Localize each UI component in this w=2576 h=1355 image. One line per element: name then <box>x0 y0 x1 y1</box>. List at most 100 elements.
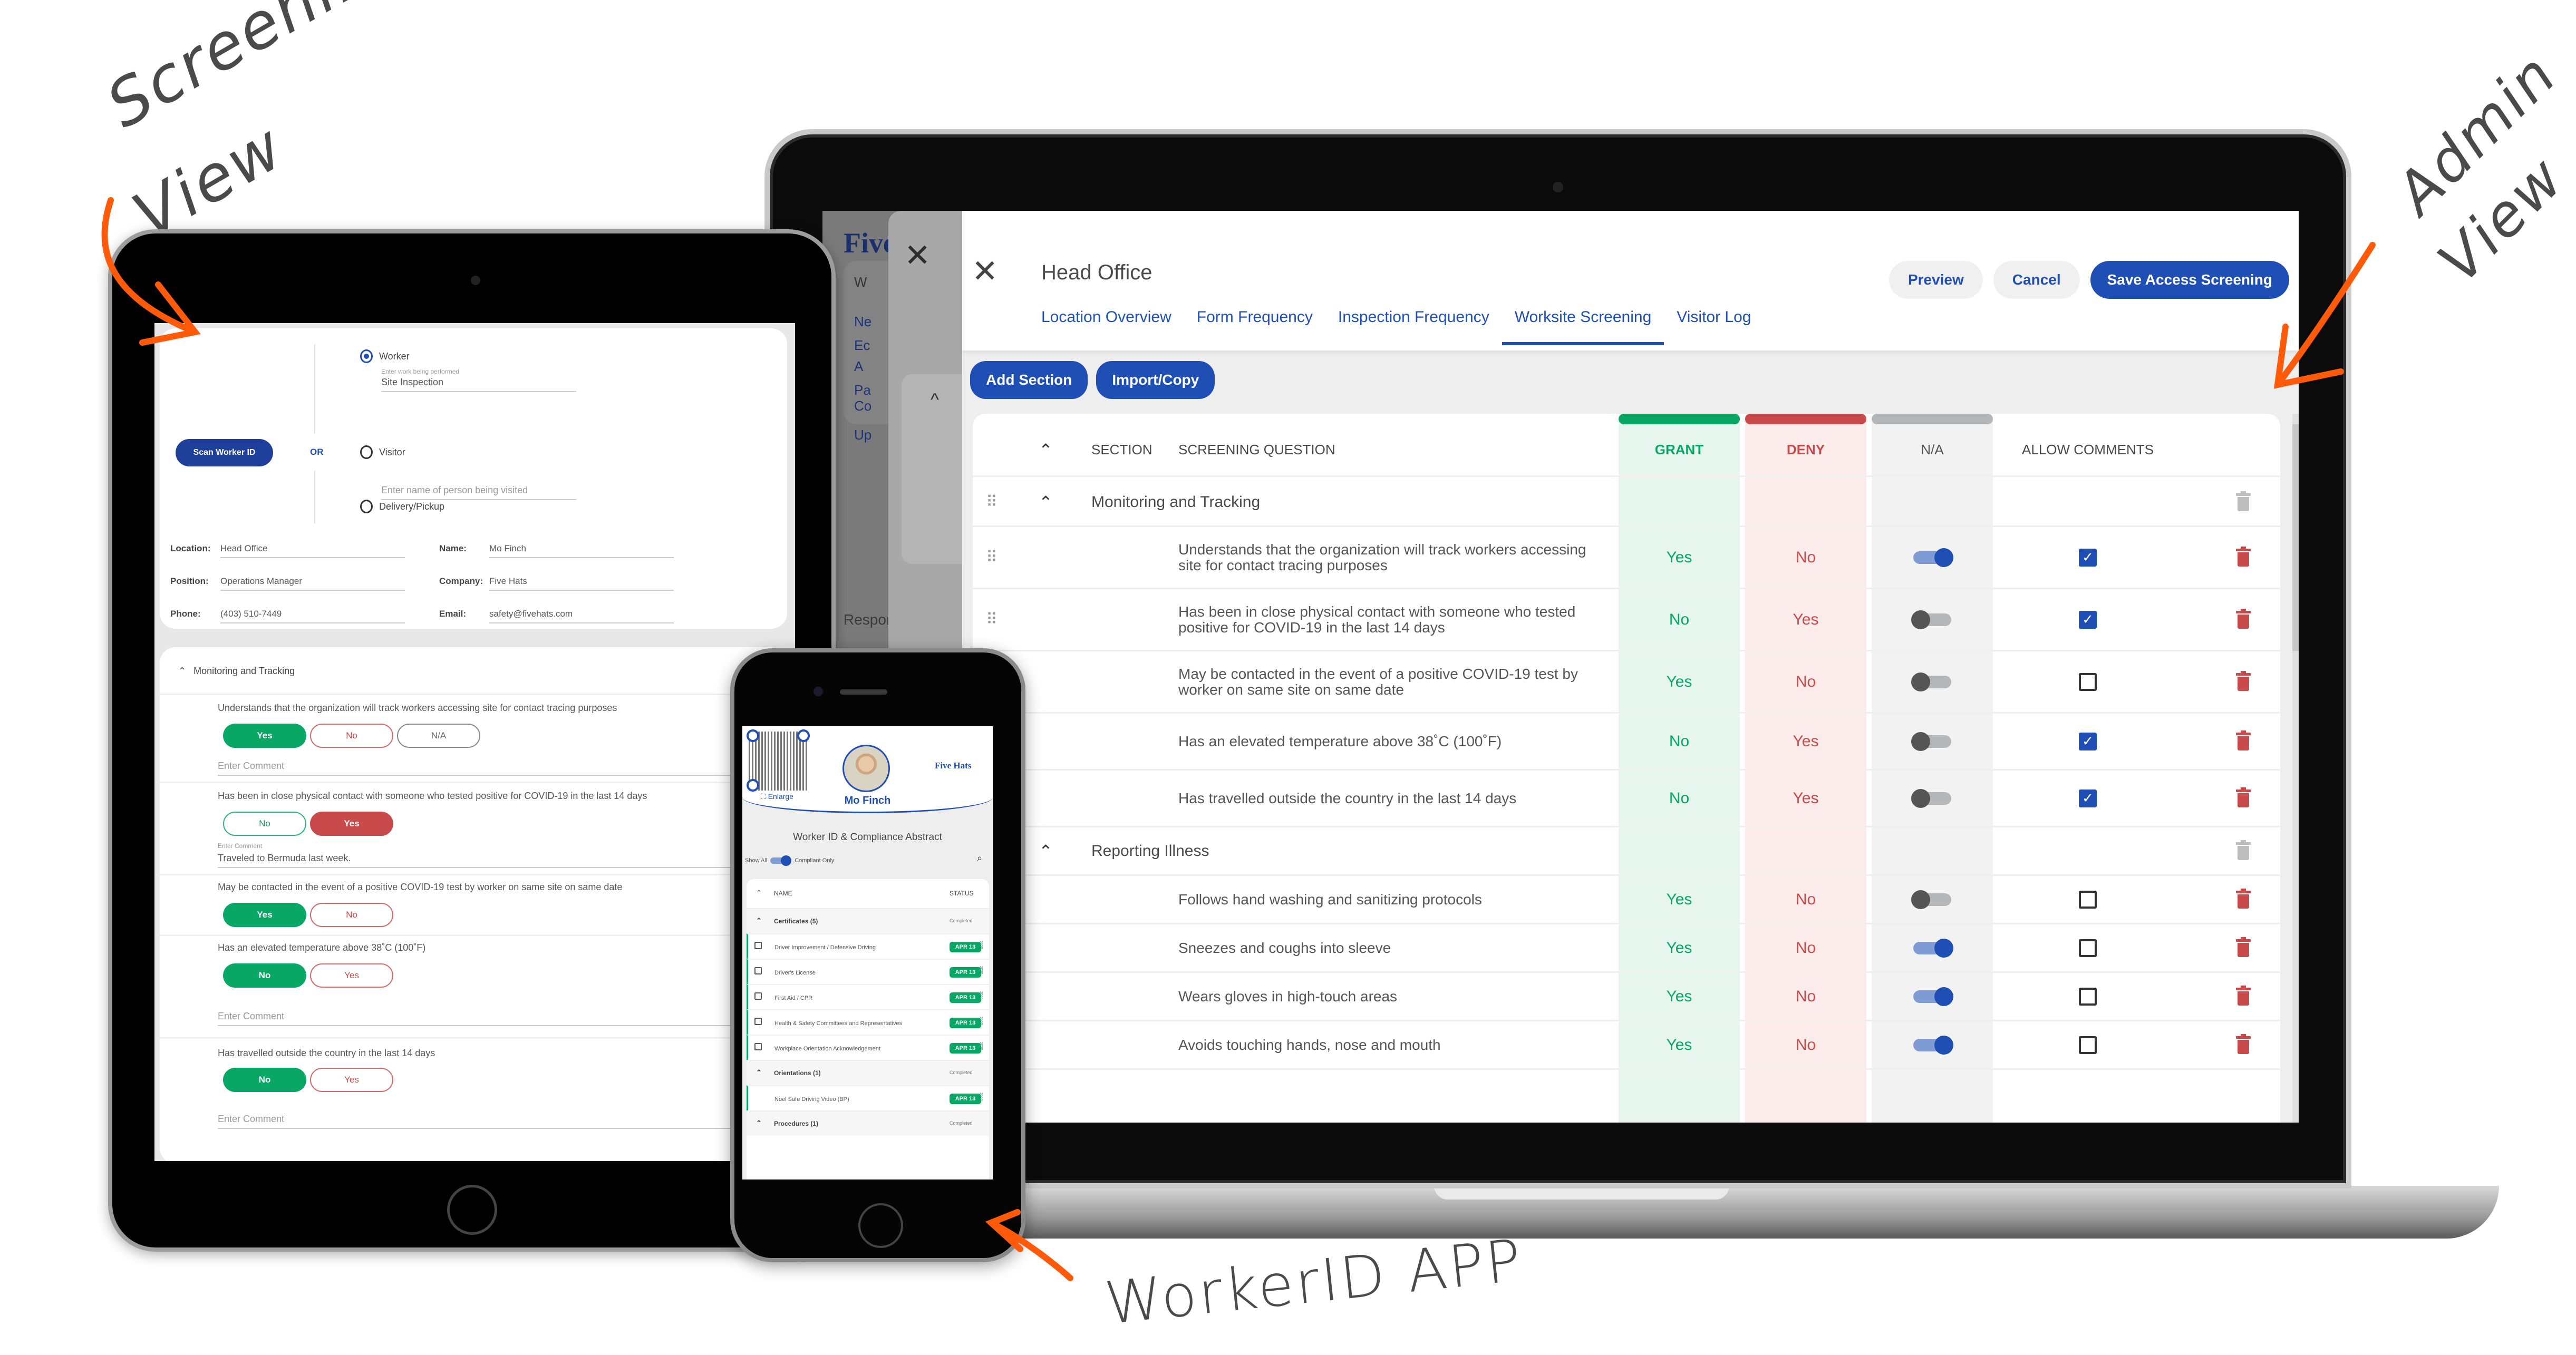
list-group[interactable]: ⌃ Certificates (5) Completed <box>747 908 989 933</box>
location-field[interactable]: Head Office <box>220 543 405 558</box>
open-external-icon[interactable] <box>754 967 762 974</box>
search-icon[interactable]: ⌕ <box>977 853 982 864</box>
answer-yes-button[interactable]: Yes <box>223 724 306 748</box>
radio-button[interactable] <box>360 445 373 459</box>
list-item[interactable]: Driver Improvement / Defensive Driving AP… <box>747 933 989 959</box>
delete-section-button[interactable] <box>2228 827 2259 874</box>
tab-visitor-log[interactable]: Visitor Log <box>1664 303 1764 345</box>
answer-yes-button[interactable]: Yes <box>310 963 393 988</box>
answer-no-button[interactable]: No <box>223 1068 306 1092</box>
list-group[interactable]: ⌃ Orientations (1) Completed <box>747 1060 989 1085</box>
comment-input[interactable]: Enter Comment <box>218 761 787 776</box>
delete-section-button[interactable] <box>2228 479 2259 525</box>
name-field[interactable]: Mo Finch <box>489 543 674 558</box>
cancel-button[interactable]: Cancel <box>1993 261 2080 299</box>
tablet-home-button[interactable] <box>447 1185 497 1235</box>
delete-question-button[interactable] <box>2228 527 2259 588</box>
grant-value[interactable]: No <box>1619 714 1740 769</box>
allow-comments-checkbox[interactable]: ✓ <box>2079 548 2097 567</box>
deny-value[interactable]: No <box>1745 1021 1866 1068</box>
grant-value[interactable]: Yes <box>1619 924 1740 971</box>
delete-question-button[interactable] <box>2228 876 2259 923</box>
list-item[interactable]: Health & Safety Committees and Represent… <box>747 1009 989 1035</box>
allow-comments-checkbox[interactable] <box>2079 890 2097 909</box>
grant-value[interactable]: Yes <box>1619 651 1740 712</box>
answer-yes-button[interactable]: Yes <box>310 1068 393 1092</box>
comment-input[interactable]: Enter Comment <box>218 1114 787 1129</box>
radio-delivery-pickup[interactable]: Delivery/Pickup <box>360 500 444 513</box>
save-access-screening-button[interactable]: Save Access Screening <box>2090 261 2289 299</box>
answer-yes-button[interactable]: Yes <box>310 812 393 836</box>
na-toggle[interactable] <box>1911 938 1953 958</box>
chevron-up-icon[interactable]: ⌃ <box>756 1068 762 1077</box>
open-external-icon[interactable] <box>754 992 762 1000</box>
radio-worker[interactable]: Worker <box>360 349 410 363</box>
chevron-up-icon[interactable]: ⌃ <box>178 666 186 677</box>
chevron-up-icon[interactable]: ⌃ <box>756 889 762 897</box>
comment-input[interactable]: Traveled to Bermuda last week. <box>218 853 787 868</box>
comment-input[interactable]: Enter Comment <box>218 1011 787 1026</box>
deny-value[interactable]: No <box>1745 651 1866 712</box>
allow-comments-checkbox[interactable] <box>2079 1036 2097 1054</box>
open-external-icon[interactable] <box>754 942 762 949</box>
scan-worker-id-button[interactable]: Scan Worker ID <box>176 439 273 466</box>
na-toggle[interactable] <box>1911 788 1953 808</box>
allow-comments-checkbox[interactable]: ✓ <box>2079 610 2097 629</box>
position-field[interactable]: Operations Manager <box>220 576 405 591</box>
open-external-icon[interactable] <box>754 1018 762 1025</box>
drag-handle-icon[interactable]: ⠿ <box>986 479 1002 525</box>
chevron-up-icon[interactable]: ⌃ <box>1039 827 1053 874</box>
answer-no-button[interactable]: No <box>310 903 393 927</box>
delete-question-button[interactable] <box>2228 714 2259 769</box>
na-toggle[interactable] <box>1911 610 1953 629</box>
grant-value[interactable]: Yes <box>1619 876 1740 923</box>
tab-inspection-frequency[interactable]: Inspection Frequency <box>1325 303 1502 345</box>
deny-value[interactable]: No <box>1745 973 1866 1020</box>
chevron-up-icon[interactable]: ⌃ <box>756 1119 762 1127</box>
answer-yes-button[interactable]: Yes <box>223 903 306 927</box>
allow-comments-checkbox[interactable]: ✓ <box>2079 789 2097 807</box>
list-group[interactable]: ⌃ Procedures (1) Completed <box>747 1110 989 1136</box>
na-toggle[interactable] <box>1911 987 1953 1006</box>
work-performed-input[interactable]: Site Inspection <box>381 377 576 392</box>
na-toggle[interactable] <box>1911 1035 1953 1055</box>
tab-form-frequency[interactable]: Form Frequency <box>1184 303 1325 345</box>
chevron-up-icon[interactable]: ⌃ <box>1039 479 1053 525</box>
deny-value[interactable]: Yes <box>1745 771 1866 826</box>
deny-value[interactable]: Yes <box>1745 714 1866 769</box>
na-toggle[interactable] <box>1911 890 1953 909</box>
collapse-all-icon[interactable]: ⌃ <box>1039 424 1053 475</box>
answer-na-button[interactable]: N/A <box>397 724 480 748</box>
open-external-icon[interactable] <box>754 1043 762 1050</box>
close-icon[interactable]: ✕ <box>972 253 998 290</box>
answer-no-button[interactable]: No <box>223 963 306 988</box>
delete-question-button[interactable] <box>2228 973 2259 1020</box>
delete-question-button[interactable] <box>2228 651 2259 712</box>
company-field[interactable]: Five Hats <box>489 576 674 591</box>
phone-home-button[interactable] <box>858 1203 903 1248</box>
drag-handle-icon[interactable]: ⠿ <box>986 589 1002 650</box>
grant-value[interactable]: No <box>1619 589 1740 650</box>
allow-comments-checkbox[interactable]: ✓ <box>2079 732 2097 750</box>
allow-comments-checkbox[interactable] <box>2079 672 2097 691</box>
section-header[interactable]: ⌃ Monitoring and Tracking <box>178 666 295 677</box>
email-field[interactable]: safety@fivehats.com <box>489 609 674 623</box>
preview-button[interactable]: Preview <box>1889 261 1983 299</box>
na-toggle[interactable] <box>1911 672 1953 691</box>
tab-worksite-screening[interactable]: Worksite Screening <box>1502 303 1664 345</box>
grant-value[interactable]: Yes <box>1619 527 1740 588</box>
answer-no-button[interactable]: No <box>223 812 306 836</box>
person-visited-input[interactable]: Enter name of person being visited <box>381 485 576 500</box>
allow-comments-checkbox[interactable] <box>2079 987 2097 1006</box>
delete-question-button[interactable] <box>2228 924 2259 971</box>
delete-question-button[interactable] <box>2228 771 2259 826</box>
list-item[interactable]: Noel Safe Driving Video (BP) APR 13 2020 <box>747 1085 989 1110</box>
deny-value[interactable]: No <box>1745 876 1866 923</box>
radio-visitor[interactable]: Visitor <box>360 445 405 459</box>
deny-value[interactable]: No <box>1745 924 1866 971</box>
scrollbar-thumb[interactable] <box>2292 424 2299 651</box>
delete-question-button[interactable] <box>2228 589 2259 650</box>
chevron-up-icon[interactable]: ⌃ <box>756 917 762 925</box>
deny-value[interactable]: No <box>1745 527 1866 588</box>
tab-location-overview[interactable]: Location Overview <box>1041 303 1184 345</box>
